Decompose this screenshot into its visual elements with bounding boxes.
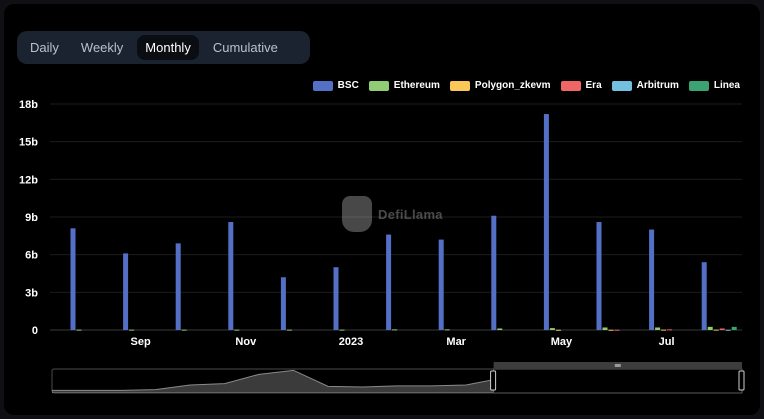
bar[interactable] bbox=[602, 327, 608, 330]
bar[interactable] bbox=[228, 222, 234, 330]
bar[interactable] bbox=[667, 329, 673, 331]
bar[interactable] bbox=[123, 253, 129, 330]
x-tick-label: Jul bbox=[659, 336, 675, 348]
overview-selection[interactable] bbox=[493, 368, 743, 394]
bar[interactable] bbox=[701, 262, 707, 330]
bar[interactable] bbox=[333, 267, 339, 330]
y-tick-label: 18b bbox=[19, 99, 38, 111]
watermark: DefiLlama bbox=[342, 196, 443, 232]
bar[interactable] bbox=[175, 243, 181, 330]
bar[interactable] bbox=[286, 329, 292, 331]
x-tick-label: Nov bbox=[235, 336, 257, 348]
bar[interactable] bbox=[444, 329, 450, 331]
x-tick-label: 2023 bbox=[339, 336, 363, 348]
defillama-logo-icon bbox=[342, 196, 372, 232]
bar[interactable] bbox=[713, 329, 719, 331]
bar[interactable] bbox=[661, 329, 667, 331]
bar[interactable] bbox=[386, 234, 392, 330]
y-tick-label: 15b bbox=[19, 137, 38, 149]
y-tick-label: 12b bbox=[19, 174, 38, 186]
bar[interactable] bbox=[438, 239, 444, 330]
bar[interactable] bbox=[719, 328, 725, 330]
bar[interactable] bbox=[392, 329, 398, 331]
bar[interactable] bbox=[234, 329, 240, 331]
bar[interactable] bbox=[596, 222, 602, 330]
bar[interactable] bbox=[491, 215, 497, 330]
overview-handle-right[interactable] bbox=[738, 370, 745, 391]
bar[interactable] bbox=[707, 326, 713, 330]
y-tick-label: 9b bbox=[25, 212, 38, 224]
x-tick-label: Sep bbox=[131, 336, 151, 348]
overview-drag-grip-icon bbox=[614, 364, 621, 367]
x-tick-label: May bbox=[551, 336, 573, 348]
y-tick-label: 0 bbox=[32, 325, 38, 337]
y-tick-label: 6b bbox=[25, 250, 38, 262]
bar[interactable] bbox=[614, 329, 620, 331]
bar[interactable] bbox=[543, 114, 549, 331]
bar[interactable] bbox=[549, 328, 555, 330]
bar[interactable] bbox=[731, 326, 737, 330]
bar[interactable] bbox=[70, 228, 76, 330]
bar[interactable] bbox=[181, 329, 187, 331]
bar[interactable] bbox=[280, 277, 286, 330]
bar[interactable] bbox=[725, 329, 731, 331]
bar[interactable] bbox=[129, 329, 135, 331]
bar[interactable] bbox=[339, 329, 345, 331]
overview-handle-left[interactable] bbox=[490, 370, 497, 391]
y-tick-label: 3b bbox=[25, 287, 38, 299]
bar[interactable] bbox=[497, 328, 503, 330]
bar[interactable] bbox=[555, 329, 561, 331]
bar[interactable] bbox=[649, 229, 655, 330]
bar[interactable] bbox=[655, 327, 661, 330]
bar[interactable] bbox=[76, 329, 82, 331]
watermark-text: DefiLlama bbox=[378, 206, 443, 222]
bar[interactable] bbox=[608, 329, 614, 331]
x-tick-label: Mar bbox=[446, 336, 466, 348]
